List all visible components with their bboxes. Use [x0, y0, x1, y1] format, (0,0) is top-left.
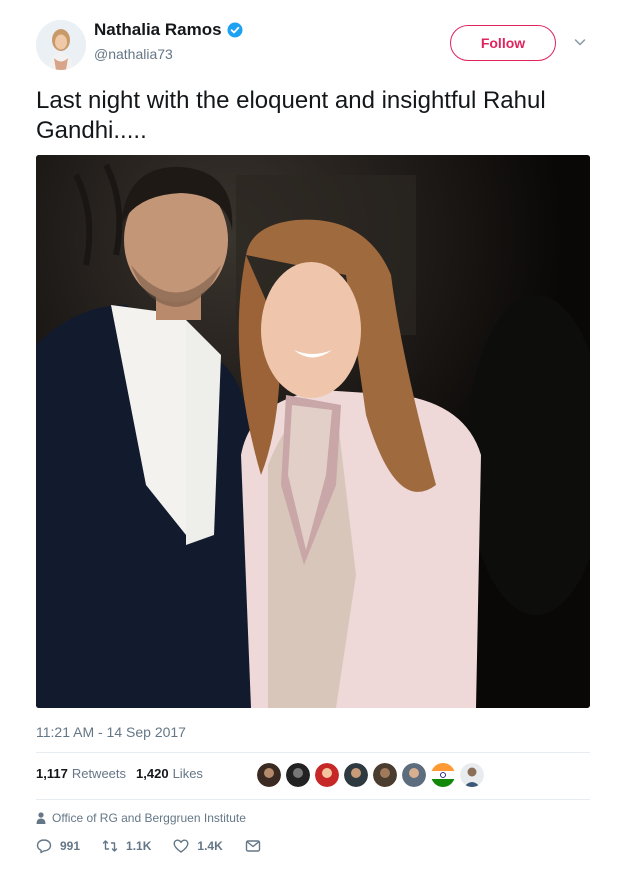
divider: [36, 799, 590, 800]
retweet-icon: [102, 840, 118, 852]
retweets-label[interactable]: Retweets: [72, 766, 126, 781]
liker-avatar[interactable]: [431, 763, 455, 787]
tweet-timestamp[interactable]: 11:21 AM - 14 Sep 2017: [36, 724, 186, 740]
liker-avatar[interactable]: [257, 763, 281, 787]
liker-avatar[interactable]: [315, 763, 339, 787]
display-name[interactable]: Nathalia Ramos: [94, 20, 222, 40]
retweets-count[interactable]: 1,117: [36, 766, 68, 781]
retweet-button[interactable]: 1.1K: [102, 838, 151, 854]
chevron-down-icon[interactable]: [573, 35, 587, 49]
name-row: Nathalia Ramos: [94, 20, 243, 40]
liker-avatar[interactable]: [373, 763, 397, 787]
tweet-text: Last night with the eloquent and insight…: [36, 87, 546, 144]
like-count: 1.4K: [197, 839, 223, 853]
like-icon: [173, 839, 189, 853]
tweet-actions: 991 1.1K 1.4K: [36, 838, 283, 854]
likes-label[interactable]: Likes: [173, 766, 203, 781]
liker-avatar[interactable]: [286, 763, 310, 787]
reply-button[interactable]: 991: [36, 838, 80, 854]
follow-button[interactable]: Follow: [450, 25, 556, 61]
avatar[interactable]: [36, 20, 86, 70]
divider: [36, 752, 590, 753]
likes-count[interactable]: 1,420: [136, 766, 169, 781]
liker-avatar[interactable]: [344, 763, 368, 787]
like-button[interactable]: 1.4K: [173, 838, 223, 854]
verified-icon: [227, 22, 243, 38]
liker-avatar[interactable]: [402, 763, 426, 787]
liker-avatars: [257, 763, 484, 787]
reply-count: 991: [60, 839, 81, 853]
location-icon: [36, 812, 46, 824]
engagement-stats: 1,117 Retweets 1,420 Likes: [36, 766, 213, 781]
user-handle[interactable]: @nathalia73: [94, 46, 173, 62]
liker-avatar[interactable]: [460, 763, 484, 787]
direct-message-button[interactable]: [245, 838, 261, 854]
reply-icon: [36, 839, 52, 854]
message-icon: [245, 840, 260, 852]
tweet-photo[interactable]: [36, 155, 590, 708]
retweet-count: 1.1K: [126, 839, 152, 853]
tweet-location[interactable]: Office of RG and Berggruen Institute: [36, 811, 246, 825]
tweet-header: Nathalia Ramos @nathalia73 Follow: [36, 16, 596, 72]
location-label[interactable]: Office of RG and Berggruen Institute: [52, 811, 246, 825]
